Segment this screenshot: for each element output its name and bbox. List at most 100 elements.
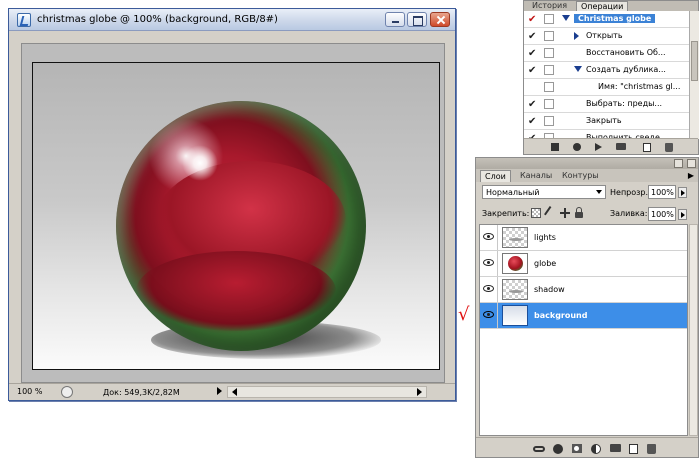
action-row[interactable]: ✔ Открыть bbox=[524, 28, 689, 45]
actions-scrollbar[interactable] bbox=[690, 11, 699, 139]
layer-row[interactable]: globe bbox=[480, 251, 687, 277]
layer-row[interactable]: background bbox=[480, 303, 687, 329]
action-enabled-check-icon[interactable]: ✔ bbox=[528, 116, 536, 127]
layer-name[interactable]: shadow bbox=[534, 285, 565, 294]
adjustment-layer-icon[interactable] bbox=[591, 444, 601, 454]
play-icon[interactable] bbox=[595, 143, 602, 151]
tab-channels[interactable]: Каналы bbox=[516, 170, 556, 182]
action-row[interactable]: ✔ Восстановить Об... bbox=[524, 45, 689, 62]
fill-slider-button[interactable] bbox=[678, 209, 687, 220]
actions-panel: История Операции ✔ Christmas globe ✔ Открыт… bbox=[523, 0, 699, 155]
action-enabled-check-icon[interactable]: ✔ bbox=[528, 31, 536, 42]
action-row[interactable]: ✔ Закрыть bbox=[524, 113, 689, 130]
lock-all-icon[interactable] bbox=[575, 207, 583, 218]
status-bar: 100 % Док: 549,3K/2,82M bbox=[9, 383, 455, 400]
chevron-down-icon bbox=[596, 190, 602, 194]
visibility-toggle[interactable] bbox=[480, 303, 498, 328]
status-info-icon[interactable] bbox=[61, 386, 73, 398]
zoom-level-field[interactable]: 100 % bbox=[17, 387, 57, 399]
visibility-toggle[interactable] bbox=[480, 225, 498, 250]
action-enabled-check-icon[interactable]: ✔ bbox=[528, 14, 536, 25]
expand-down-icon[interactable] bbox=[562, 15, 570, 21]
panel-minimize-button[interactable] bbox=[674, 159, 683, 168]
visibility-toggle[interactable] bbox=[480, 251, 498, 276]
close-button[interactable] bbox=[430, 12, 450, 27]
layer-thumbnail[interactable] bbox=[502, 227, 528, 248]
opacity-label: Непрозр.: bbox=[610, 188, 651, 197]
add-mask-icon[interactable] bbox=[572, 444, 582, 453]
action-row[interactable]: ✔ Создать дублика... bbox=[524, 62, 689, 79]
layers-panel-tabs: Слои Каналы Контуры ▶ bbox=[476, 169, 698, 182]
lock-label: Закрепить: bbox=[482, 209, 530, 218]
document-canvas[interactable] bbox=[32, 62, 440, 370]
eye-icon bbox=[483, 233, 494, 240]
action-label: Восстановить Об... bbox=[586, 48, 666, 57]
trash-icon[interactable] bbox=[665, 143, 673, 152]
tab-actions[interactable]: Операции bbox=[576, 1, 629, 11]
maximize-button[interactable] bbox=[407, 12, 427, 27]
delete-layer-icon[interactable] bbox=[647, 444, 656, 454]
lock-transparency-icon[interactable] bbox=[531, 208, 541, 218]
action-row[interactable]: ✔ Выбрать: преды... bbox=[524, 96, 689, 113]
status-menu-arrow-icon[interactable] bbox=[217, 387, 222, 395]
layers-scrollbar[interactable] bbox=[689, 224, 698, 436]
scroll-left-icon[interactable] bbox=[232, 388, 237, 396]
new-layer-icon[interactable] bbox=[629, 444, 638, 454]
lock-paint-icon[interactable] bbox=[544, 206, 558, 220]
lock-position-icon[interactable] bbox=[560, 208, 570, 218]
dialog-toggle-box[interactable] bbox=[544, 31, 554, 41]
panel-close-button[interactable] bbox=[687, 159, 696, 168]
minimize-button[interactable] bbox=[385, 12, 405, 27]
layer-thumbnail[interactable] bbox=[502, 279, 528, 300]
action-row[interactable]: ✔ Christmas globe bbox=[524, 11, 689, 28]
expand-right-icon[interactable] bbox=[574, 32, 579, 40]
actions-panel-tabs: История Операции bbox=[524, 1, 698, 11]
stop-icon[interactable] bbox=[551, 143, 559, 151]
action-enabled-check-icon[interactable]: ✔ bbox=[528, 99, 536, 110]
actions-list[interactable]: ✔ Christmas globe ✔ Открыть ✔ Восстановить Об… bbox=[524, 11, 690, 139]
tab-paths[interactable]: Контуры bbox=[558, 170, 603, 182]
dialog-toggle-box[interactable] bbox=[544, 82, 554, 92]
scroll-right-icon[interactable] bbox=[417, 388, 422, 396]
link-layers-icon[interactable] bbox=[533, 446, 545, 452]
dialog-toggle-box[interactable] bbox=[544, 116, 554, 126]
horizontal-scrollbar[interactable] bbox=[227, 386, 427, 398]
panel-menu-icon[interactable]: ▶ bbox=[688, 171, 694, 180]
new-group-icon[interactable] bbox=[610, 444, 621, 452]
action-enabled-check-icon[interactable]: ✔ bbox=[528, 48, 536, 59]
layer-row[interactable]: shadow bbox=[480, 277, 687, 303]
canvas-area[interactable] bbox=[21, 43, 445, 383]
expand-down-icon[interactable] bbox=[574, 66, 582, 72]
document-title-bar[interactable]: christmas globe @ 100% (background, RGB/… bbox=[9, 9, 455, 31]
document-title: christmas globe @ 100% (background, RGB/… bbox=[37, 14, 278, 25]
record-icon[interactable] bbox=[573, 143, 581, 151]
opacity-field[interactable]: 100% bbox=[648, 185, 676, 199]
dialog-toggle-box[interactable] bbox=[544, 48, 554, 58]
fill-field[interactable]: 100% bbox=[648, 207, 676, 221]
layer-thumbnail[interactable] bbox=[502, 253, 528, 274]
layer-style-icon[interactable] bbox=[553, 444, 563, 454]
action-enabled-check-icon[interactable]: ✔ bbox=[528, 65, 536, 76]
dialog-toggle-box[interactable] bbox=[544, 14, 554, 24]
christmas-globe-image bbox=[116, 101, 366, 351]
visibility-toggle[interactable] bbox=[480, 277, 498, 302]
layer-name[interactable]: globe bbox=[534, 259, 556, 268]
layers-panel: Слои Каналы Контуры ▶ Нормальный Непрозр… bbox=[475, 157, 699, 458]
action-label: Christmas globe bbox=[574, 14, 656, 23]
actions-scroll-thumb[interactable] bbox=[691, 41, 698, 81]
tab-layers[interactable]: Слои bbox=[480, 170, 511, 182]
opacity-slider-button[interactable] bbox=[678, 187, 687, 198]
dialog-toggle-box[interactable] bbox=[544, 65, 554, 75]
layer-name[interactable]: background bbox=[534, 311, 587, 320]
folder-icon[interactable] bbox=[616, 143, 626, 150]
layer-name[interactable]: lights bbox=[534, 233, 556, 242]
layers-list[interactable]: lights globe shadow background bbox=[479, 224, 688, 436]
tab-history[interactable]: История bbox=[528, 1, 571, 11]
blend-mode-select[interactable]: Нормальный bbox=[482, 185, 606, 199]
layer-thumbnail[interactable] bbox=[502, 305, 528, 326]
action-row[interactable]: Имя: "christmas gl... bbox=[524, 79, 689, 96]
new-action-icon[interactable] bbox=[643, 143, 651, 152]
dialog-toggle-box[interactable] bbox=[544, 99, 554, 109]
layers-panel-titlebar[interactable] bbox=[476, 158, 698, 169]
layer-row[interactable]: lights bbox=[480, 225, 687, 251]
